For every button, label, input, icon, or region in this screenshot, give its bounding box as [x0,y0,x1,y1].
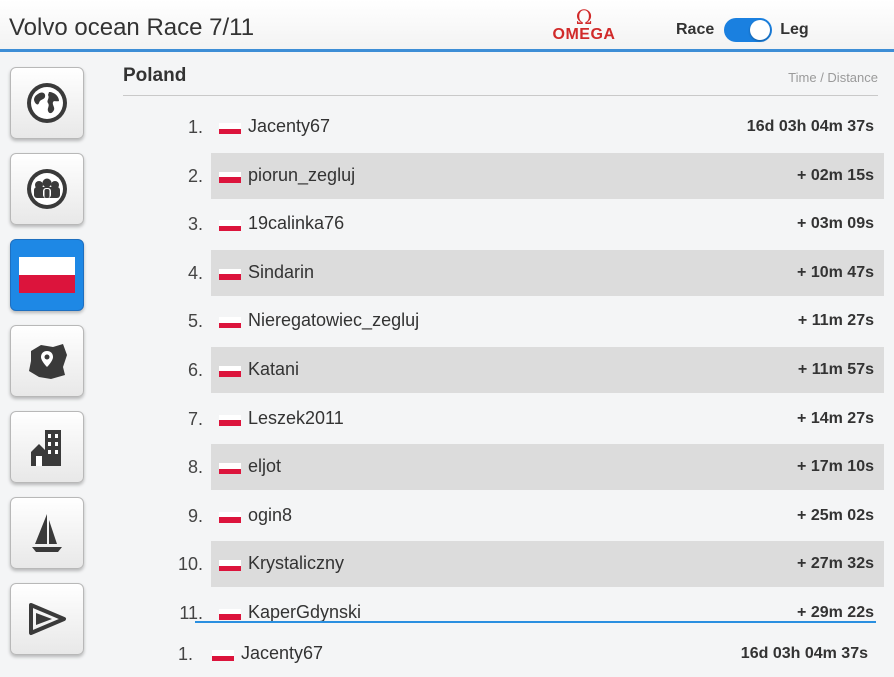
skipper-name: eljot [248,456,282,477]
race-time: + 25m 02s [797,506,874,524]
skipper-name: 19calinka76 [248,213,345,234]
race-time: + 10m 47s [797,263,874,281]
race-time: + 14m 27s [797,409,874,427]
race-time: + 02m 15s [797,166,874,184]
app-title: Volvo ocean Race 7/11 [9,14,255,41]
skipper-name: Jacenty67 [241,643,324,663]
header-bar: Volvo ocean Race 7/11 Ω OMEGA Race Leg [0,0,894,52]
leaderboard-row[interactable]: 10. Krystaliczny + 27m 32s [123,541,884,588]
skipper-name: Nieregatowiec_zegluj [248,310,420,331]
poland-flag-icon [19,257,75,293]
skipper-name: KaperGdynski [248,601,362,621]
toggle-race-label[interactable]: Race [676,21,714,39]
skipper-name: Krystaliczny [248,553,345,574]
toggle-knob[interactable] [750,20,771,40]
skipper-name: Jacenty67 [248,116,331,136]
skipper-name: Katani [248,358,300,379]
poland-flag-icon [219,560,241,572]
race-leg-switch[interactable]: Race Leg [676,18,809,42]
rank-number: 7. [187,408,203,429]
sidebar-item-boat[interactable] [10,497,84,569]
rank-number: 1. [177,644,193,664]
leaderboard-row[interactable]: 11. KaperGdynski + 29m 22s [123,590,884,621]
race-time: + 11m 27s [797,312,874,330]
sailboat-icon [32,514,62,552]
leaderboard-list[interactable]: 1. Jacenty67 16d 03h 04m 37s 2. piorun_zeglu… [123,104,884,621]
rank-number: 11. [179,602,203,621]
poland-flag-icon [212,650,234,661]
poland-flag-icon [219,463,241,475]
skipper-name: ogin8 [248,504,293,525]
race-time: 16d 03h 04m 37s [740,645,868,662]
leaderboard-row[interactable]: 2. piorun_zegluj + 02m 15s [123,152,884,199]
poland-flag-icon [219,171,241,183]
row-background [211,346,884,393]
globe-icon [27,83,67,123]
sidebar-item-region[interactable] [10,325,84,397]
sidebar-item-country[interactable] [10,239,84,311]
city-icon [31,430,61,466]
region-map-icon [29,344,67,379]
rank-number: 1. [187,117,203,137]
leaderboard-row[interactable]: 6. Katani + 11m 57s [123,346,884,393]
sidebar-item-race-flag[interactable] [10,583,84,655]
pennant-flag-icon [29,603,66,635]
leaderboard-row[interactable]: 7. Leszek2011 + 14m 27s [123,396,884,442]
race-time: + 11m 57s [797,360,874,378]
race-time: + 17m 10s [797,458,874,476]
section-divider [123,95,878,96]
group-icon [27,169,67,209]
poland-flag-icon [219,365,241,377]
row-background [211,444,884,491]
leaderboard-row[interactable]: 9. ogin8 + 25m 02s [123,493,884,539]
rank-number: 9. [187,505,203,526]
skipper-name: piorun_zegluj [248,164,356,185]
leaderboard-row[interactable]: 4. Sindarin + 10m 47s [123,249,884,296]
poland-flag-icon [219,220,241,232]
row-background [211,493,884,539]
rank-number: 3. [187,214,203,235]
omega-wordmark: OMEGA [552,26,616,43]
poland-flag-icon [219,268,241,280]
section-subtitle: Time / Distance [788,70,878,85]
sidebar-item-groups[interactable] [10,153,84,225]
poland-flag-icon [219,414,241,426]
rank-number: 2. [187,165,203,186]
skipper-name: Sindarin [248,261,315,282]
race-leg-toggle[interactable] [724,18,773,42]
race-time: 16d 03h 04m 37s [746,118,874,135]
leaderboard-row[interactable]: 1. Jacenty67 16d 03h 04m 37s [123,104,884,150]
section-title: Poland [123,65,187,86]
sidebar-item-city[interactable] [10,411,84,483]
current-user-divider [195,621,876,623]
current-user-row[interactable]: 1. Jacenty67 16d 03h 04m 37s [123,628,884,676]
poland-flag-icon [219,511,241,523]
omega-symbol: Ω [575,5,593,29]
poland-flag-icon [219,123,241,134]
poland-flag-icon [219,608,241,620]
race-time: + 03m 09s [797,215,874,233]
toggle-leg-label[interactable]: Leg [780,21,808,39]
rank-number: 8. [187,457,203,478]
leaderboard-row[interactable]: 5. Nieregatowiec_zegluj + 11m 27s [123,298,884,344]
poland-flag-icon [219,317,241,329]
sidebar-item-world[interactable] [10,67,84,139]
race-time: + 27m 32s [797,555,874,573]
skipper-name: Leszek2011 [248,407,344,428]
rank-number: 5. [187,311,203,332]
leaderboard-row[interactable]: 8. eljot + 17m 10s [123,444,884,491]
rank-number: 6. [187,359,203,380]
rank-number: 10. [177,554,203,575]
omega-logo: Ω OMEGA [548,5,620,44]
race-time: + 29m 22s [797,603,874,621]
sidebar [10,67,86,669]
leaderboard-row[interactable]: 3. 19calinka76 + 03m 09s [123,201,884,247]
rank-number: 4. [187,262,203,283]
